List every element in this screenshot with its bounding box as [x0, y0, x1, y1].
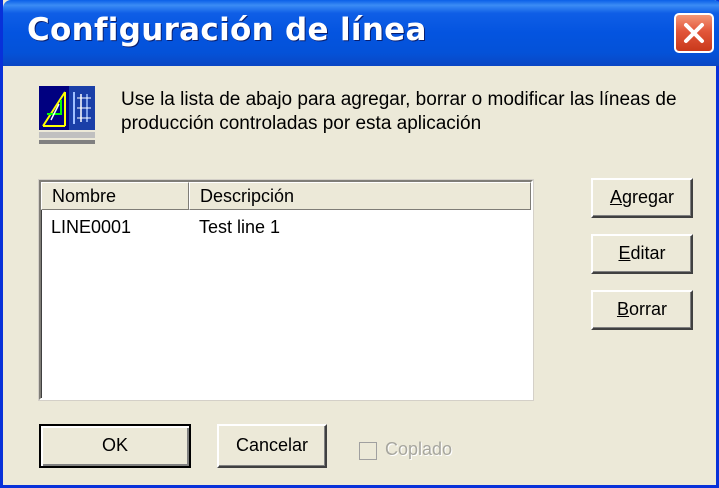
- edit-button-accelerator: E: [618, 243, 631, 263]
- production-line-icon: [39, 84, 97, 148]
- delete-button-accelerator: B: [616, 299, 629, 319]
- lines-list[interactable]: Nombre Descripción LINE0001 Test line 1: [39, 180, 533, 400]
- table-row[interactable]: LINE0001 Test line 1: [41, 214, 531, 240]
- dialog-window: Configuración de línea Use la lista de a…: [0, 0, 719, 488]
- title-bar[interactable]: Configuración de línea: [3, 0, 719, 66]
- close-icon: [684, 23, 704, 43]
- edit-button-label: ditar: [630, 243, 666, 263]
- close-button[interactable]: [674, 13, 714, 53]
- row-name-cell: LINE0001: [51, 217, 132, 237]
- delete-button-label: orrar: [629, 299, 668, 319]
- window-title: Configuración de línea: [27, 12, 427, 48]
- edit-button[interactable]: Editar: [591, 234, 693, 274]
- coupled-checkbox[interactable]: [359, 442, 377, 460]
- add-button-accelerator: A: [609, 187, 622, 207]
- row-description-cell: Test line 1: [199, 217, 281, 237]
- coupled-checkbox-label: Coplado: [385, 439, 453, 459]
- add-button[interactable]: Agregar: [591, 178, 693, 218]
- add-button-label: gregar: [621, 187, 675, 207]
- delete-button[interactable]: Borrar: [591, 290, 693, 330]
- cancel-button[interactable]: Cancelar: [217, 424, 327, 468]
- instructions-text: Use la lista de abajo para agregar, borr…: [121, 89, 677, 134]
- ok-button[interactable]: OK: [39, 424, 191, 468]
- column-header-name[interactable]: Nombre: [41, 182, 189, 210]
- column-header-description[interactable]: Descripción: [189, 182, 531, 210]
